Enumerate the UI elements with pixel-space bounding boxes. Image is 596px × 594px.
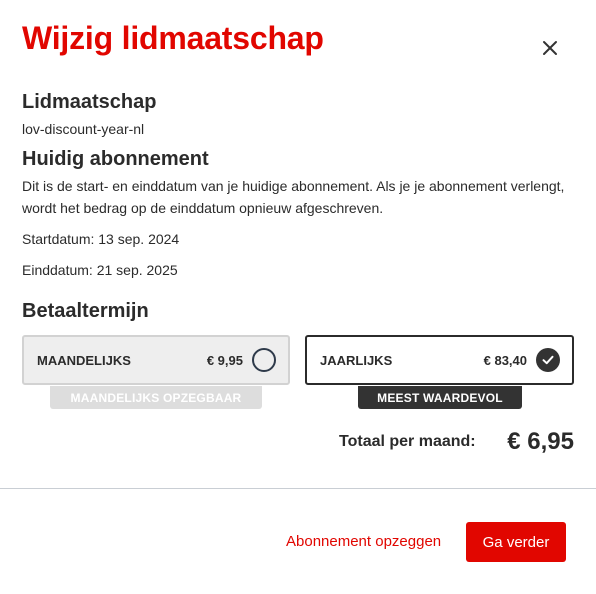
current-subscription-description: Dit is de start- en einddatum van je hui… bbox=[22, 178, 565, 216]
radio-unchecked-icon[interactable] bbox=[252, 348, 276, 372]
continue-button[interactable]: Ga verder bbox=[466, 522, 566, 562]
close-button[interactable] bbox=[536, 34, 564, 62]
total-value: € 6,95 bbox=[507, 428, 574, 455]
current-subscription-heading: Huidig abonnement bbox=[22, 148, 209, 170]
option-monthly-label: MAANDELIJKS bbox=[37, 352, 131, 368]
option-yearly-label: JAARLIJKS bbox=[320, 352, 393, 368]
option-monthly-badge: MAANDELIJKS OPZEGBAAR bbox=[50, 386, 262, 409]
start-date: Startdatum: 13 sep. 2024 bbox=[22, 231, 180, 247]
close-icon bbox=[543, 41, 557, 55]
end-date: Einddatum: 21 sep. 2025 bbox=[22, 262, 178, 278]
radio-checked-icon[interactable] bbox=[536, 348, 560, 372]
dialog-title: Wijzig lidmaatschap bbox=[22, 20, 324, 56]
option-monthly[interactable]: MAANDELIJKS € 9,95 bbox=[22, 335, 290, 385]
membership-heading: Lidmaatschap bbox=[22, 91, 157, 113]
option-yearly-badge: MEEST WAARDEVOL bbox=[358, 386, 522, 409]
checkmark-icon bbox=[542, 355, 554, 365]
option-yearly[interactable]: JAARLIJKS € 83,40 bbox=[305, 335, 574, 385]
cancel-subscription-link[interactable]: Abonnement opzeggen bbox=[286, 533, 441, 550]
payment-term-heading: Betaaltermijn bbox=[22, 300, 149, 322]
option-yearly-price: € 83,40 bbox=[483, 352, 527, 368]
footer-divider bbox=[0, 488, 596, 489]
total-label: Totaal per maand: bbox=[339, 433, 476, 450]
membership-code: lov-discount-year-nl bbox=[22, 121, 145, 137]
change-membership-dialog: Wijzig lidmaatschap Lidmaatschap lov-dis… bbox=[0, 0, 596, 594]
option-monthly-price: € 9,95 bbox=[206, 352, 243, 368]
